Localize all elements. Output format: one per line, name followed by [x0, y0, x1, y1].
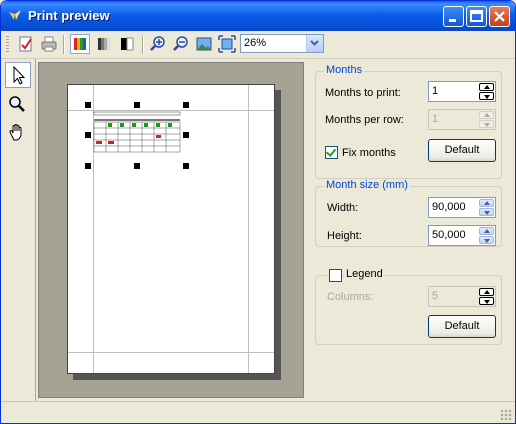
pointer-icon: [13, 65, 26, 85]
spin-up-button[interactable]: [479, 227, 494, 235]
height-spinner[interactable]: 50,000: [428, 225, 496, 246]
spin-up-button[interactable]: [479, 111, 494, 119]
toolbar: 26%: [1, 31, 515, 59]
columns-label: Columns:: [327, 291, 374, 303]
spin-up-button[interactable]: [479, 199, 494, 207]
width-label: Width:: [327, 202, 359, 214]
maximize-icon: [470, 10, 483, 22]
month-size-group-title: Month size (mm): [324, 179, 410, 191]
spin-down-button[interactable]: [479, 208, 494, 216]
height-value: 50,000: [432, 229, 466, 241]
maximize-button[interactable]: [466, 6, 487, 27]
title-bar[interactable]: Print preview: [1, 1, 515, 31]
fix-months-checkbox[interactable]: [325, 146, 338, 159]
window-title: Print preview: [28, 8, 110, 23]
pointer-tool-button[interactable]: [5, 62, 31, 88]
spin-down-button[interactable]: [479, 297, 494, 305]
minimize-icon: [449, 19, 456, 22]
print-preview-app-icon: [9, 10, 21, 20]
zoom-out-icon[interactable]: [171, 34, 191, 54]
columns-value: 5: [432, 290, 439, 302]
months-group: Months Months to print: 1 Months per row…: [315, 64, 502, 179]
tool-palette: [1, 59, 36, 401]
months-to-print-label: Months to print:: [325, 87, 401, 99]
color-mode-icon: [74, 38, 86, 50]
width-value: 90,000: [432, 201, 466, 213]
close-icon: [494, 11, 505, 22]
status-bar: [1, 401, 515, 423]
months-per-row-value: 1: [432, 113, 439, 125]
width-spinner[interactable]: 90,000: [428, 197, 496, 218]
resize-grip-icon[interactable]: [500, 409, 512, 421]
zoom-tool-button[interactable]: [5, 92, 31, 118]
spin-down-button[interactable]: [479, 92, 494, 100]
columns-spinner[interactable]: 5: [428, 286, 496, 307]
months-to-print-value: 1: [432, 85, 439, 97]
grayscale-mode-icon[interactable]: [94, 34, 114, 54]
calendar-month-thumbnail: [93, 111, 181, 153]
selection-handle[interactable]: [85, 132, 91, 138]
checkmark-icon: [325, 146, 337, 157]
fix-months-label: Fix months: [342, 147, 396, 159]
legend-label: Legend: [344, 268, 385, 280]
settings-panel: Months Months to print: 1 Months per row…: [307, 59, 513, 401]
legend-group: Legend Columns: 5 Default: [315, 268, 502, 345]
selection-handle[interactable]: [183, 163, 189, 169]
print-icon[interactable]: [39, 34, 59, 54]
margin-guide: [248, 85, 249, 373]
legend-checkbox[interactable]: [329, 269, 342, 282]
month-size-group: Month size (mm) Width: 90,000 Height: 50…: [315, 179, 502, 247]
zoom-dropdown-button[interactable]: [306, 35, 323, 52]
black-white-mode-icon[interactable]: [117, 34, 137, 54]
months-group-title: Months: [324, 64, 365, 76]
zoom-in-icon[interactable]: [148, 34, 168, 54]
selection-handle[interactable]: [183, 132, 189, 138]
months-to-print-spinner[interactable]: 1: [428, 81, 496, 102]
selection-handle[interactable]: [134, 163, 140, 169]
selection-handle[interactable]: [134, 102, 140, 108]
zoom-select[interactable]: 26%: [240, 34, 324, 53]
months-per-row-label: Months per row:: [325, 114, 404, 126]
toolbar-grip[interactable]: [6, 36, 9, 54]
hand-pan-icon: [9, 124, 22, 141]
print-preview-window: Print preview 26% Months Months to print…: [0, 0, 516, 424]
chevron-down-icon: [310, 40, 319, 46]
months-per-row-spinner[interactable]: 1: [428, 109, 496, 130]
margin-guide: [68, 352, 274, 353]
close-button[interactable]: [489, 6, 510, 27]
preview-page: [67, 84, 275, 374]
preview-canvas[interactable]: [38, 62, 304, 398]
zoom-value: 26%: [244, 37, 267, 49]
spin-up-button[interactable]: [479, 83, 494, 91]
page-setup-icon[interactable]: [16, 34, 36, 54]
height-label: Height:: [327, 230, 362, 242]
selection-handle[interactable]: [183, 102, 189, 108]
hand-tool-button[interactable]: [5, 120, 31, 146]
legend-default-button[interactable]: Default: [428, 315, 496, 338]
fit-image-icon[interactable]: [194, 34, 214, 54]
spin-down-button[interactable]: [479, 236, 494, 244]
fit-page-icon[interactable]: [217, 34, 237, 54]
spin-up-button[interactable]: [479, 288, 494, 296]
zoom-tool-icon: [9, 96, 25, 112]
selection-handle[interactable]: [85, 163, 91, 169]
color-mode-button[interactable]: [70, 34, 90, 54]
months-default-button[interactable]: Default: [428, 139, 496, 162]
selection-handle[interactable]: [85, 102, 91, 108]
toolbar-separator: [63, 35, 65, 54]
toolbar-separator: [142, 35, 144, 54]
minimize-button[interactable]: [443, 6, 464, 27]
spin-down-button[interactable]: [479, 120, 494, 128]
